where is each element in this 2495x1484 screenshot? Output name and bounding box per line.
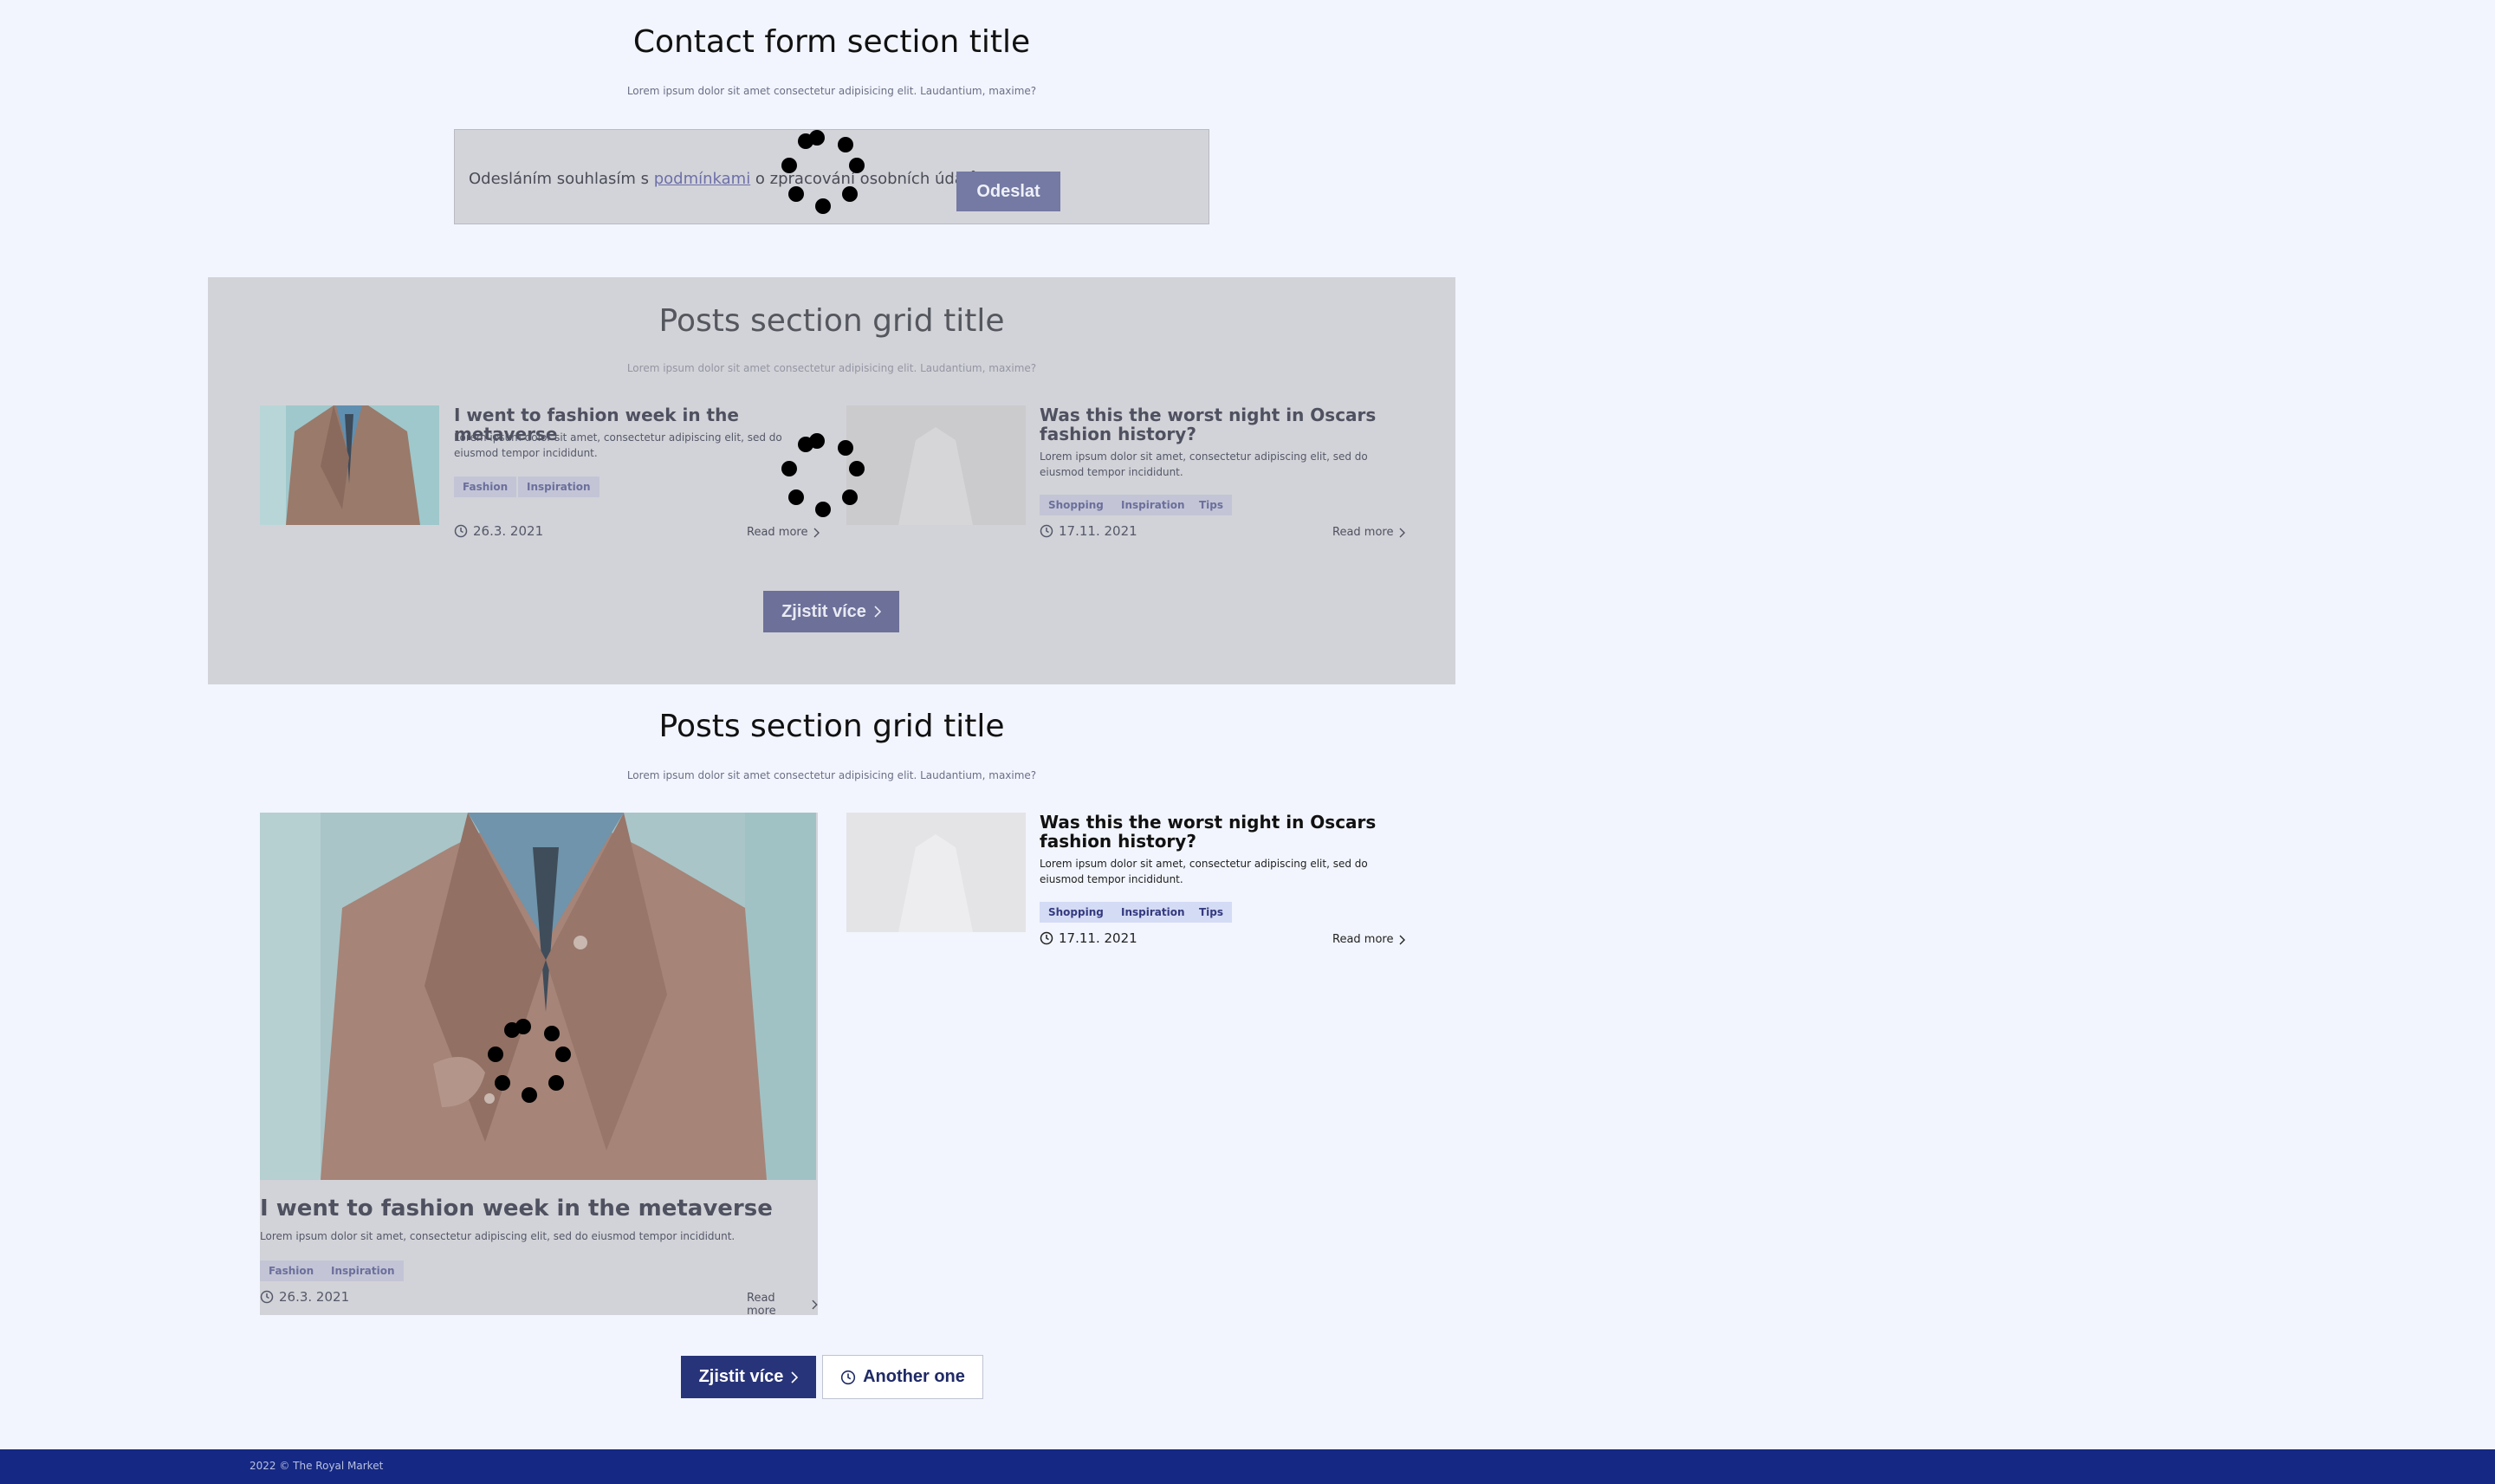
spinner-dot bbox=[798, 133, 813, 150]
spinner-dot bbox=[849, 158, 865, 174]
tag-tips[interactable]: Tips bbox=[1190, 902, 1233, 923]
clock-icon bbox=[1040, 524, 1053, 538]
spinner-dot bbox=[841, 489, 858, 505]
tag-fashion[interactable]: Fashion bbox=[260, 1260, 323, 1281]
post-date-text: 26.3. 2021 bbox=[473, 523, 544, 539]
post-date: 26.3. 2021 bbox=[260, 1289, 349, 1305]
consent-prefix: Odesláním souhlasím s bbox=[469, 170, 654, 188]
jacket-image bbox=[260, 405, 439, 525]
chevron-right-icon bbox=[874, 606, 881, 618]
another-one-button[interactable]: Another one bbox=[822, 1355, 983, 1399]
posts-section-subtitle-2: Lorem ipsum dolor sit amet consectetur a… bbox=[626, 769, 1037, 781]
tag-shopping[interactable]: Shopping bbox=[1040, 495, 1112, 515]
chevron-right-icon bbox=[1399, 528, 1406, 537]
spinner-dot bbox=[788, 185, 805, 202]
spinner-dot bbox=[555, 1047, 572, 1063]
spinner-dot bbox=[837, 137, 853, 153]
post-excerpt: Lorem ipsum dolor sit amet, consectetur … bbox=[1040, 858, 1368, 885]
clock-icon bbox=[454, 524, 468, 538]
more-button-label: Zjistit více bbox=[698, 1367, 784, 1386]
more-button[interactable]: Zjistit více bbox=[763, 591, 899, 632]
jacket-image bbox=[260, 813, 816, 1180]
submit-button[interactable]: Odeslat bbox=[956, 172, 1060, 211]
read-more-link[interactable]: Read more bbox=[747, 1292, 818, 1318]
chevron-right-icon bbox=[812, 1299, 818, 1310]
post-date: 17.11. 2021 bbox=[1040, 930, 1137, 946]
tag-shopping[interactable]: Shopping bbox=[1040, 902, 1112, 923]
featured-post-image[interactable] bbox=[260, 813, 816, 1180]
tag-inspiration[interactable]: Inspiration bbox=[518, 476, 599, 497]
spinner-dot bbox=[815, 502, 831, 517]
post-excerpt: Lorem ipsum dolor sit amet, consectetur … bbox=[454, 431, 782, 459]
more-button[interactable]: Zjistit více bbox=[681, 1356, 816, 1398]
tag-fashion[interactable]: Fashion bbox=[454, 476, 517, 497]
post-date: 26.3. 2021 bbox=[454, 523, 543, 539]
consent-text: Odesláním souhlasím s podmínkami o zprac… bbox=[469, 170, 983, 188]
post-thumbnail[interactable] bbox=[846, 813, 1026, 932]
loading-spinner-icon bbox=[781, 129, 871, 225]
spinner-dot bbox=[781, 158, 797, 174]
spinner-dot bbox=[487, 1047, 503, 1063]
post-date-text: 17.11. 2021 bbox=[1059, 930, 1137, 946]
read-more-link[interactable]: Read more bbox=[1332, 933, 1406, 946]
tag-inspiration[interactable]: Inspiration bbox=[1112, 902, 1194, 923]
spinner-dot bbox=[781, 461, 797, 477]
chevron-right-icon bbox=[813, 528, 820, 537]
footer: 2022 © The Royal Market bbox=[0, 1449, 2495, 1484]
post-date-text: 17.11. 2021 bbox=[1059, 523, 1137, 539]
post-excerpt: Lorem ipsum dolor sit amet, consectetur … bbox=[1040, 450, 1368, 478]
contact-section-title: Contact form section title bbox=[632, 24, 1031, 60]
spinner-dot bbox=[543, 1026, 560, 1042]
another-one-label: Another one bbox=[863, 1367, 965, 1386]
clock-icon bbox=[841, 1370, 856, 1384]
tag-inspiration[interactable]: Inspiration bbox=[1112, 495, 1194, 515]
read-more-label: Read more bbox=[1332, 526, 1394, 539]
dress-image bbox=[846, 813, 1026, 932]
post-thumbnail[interactable] bbox=[846, 405, 1026, 525]
clock-icon bbox=[1040, 931, 1053, 945]
read-more-label: Read more bbox=[1332, 933, 1394, 946]
chevron-right-icon bbox=[791, 1371, 799, 1384]
loading-spinner-icon bbox=[487, 1018, 577, 1114]
spinner-dot bbox=[522, 1087, 537, 1103]
loading-spinner-icon bbox=[781, 432, 871, 528]
spinner-dot bbox=[841, 185, 858, 202]
terms-link[interactable]: podmínkami bbox=[654, 170, 750, 188]
post-date: 17.11. 2021 bbox=[1040, 523, 1137, 539]
spinner-dot bbox=[495, 1074, 511, 1091]
spinner-dot bbox=[815, 198, 831, 214]
post-title[interactable]: Was this the worst night in Oscars fashi… bbox=[1040, 813, 1403, 851]
tag-inspiration[interactable]: Inspiration bbox=[322, 1260, 404, 1281]
posts-section-subtitle: Lorem ipsum dolor sit amet consectetur a… bbox=[626, 362, 1037, 374]
tag-tips[interactable]: Tips bbox=[1190, 495, 1233, 515]
read-more-label: Read more bbox=[747, 1292, 776, 1318]
spinner-dot bbox=[788, 489, 805, 505]
spinner-dot bbox=[798, 437, 813, 453]
post-title[interactable]: Was this the worst night in Oscars fashi… bbox=[1040, 405, 1403, 444]
posts-section-title: Posts section grid title bbox=[658, 303, 1005, 339]
more-button-label: Zjistit více bbox=[781, 601, 866, 621]
clock-icon bbox=[260, 1290, 274, 1304]
posts-section-title-2: Posts section grid title bbox=[658, 709, 1005, 744]
read-more-link[interactable]: Read more bbox=[1332, 526, 1406, 539]
copyright-text: 2022 © The Royal Market bbox=[250, 1460, 384, 1472]
contact-section-subtitle: Lorem ipsum dolor sit amet consectetur a… bbox=[626, 85, 1037, 97]
dress-image bbox=[846, 405, 1026, 525]
spinner-dot bbox=[837, 440, 853, 457]
chevron-right-icon bbox=[1399, 935, 1406, 944]
post-thumbnail[interactable] bbox=[260, 405, 439, 525]
spinner-dot bbox=[504, 1022, 520, 1039]
spinner-dot bbox=[548, 1074, 564, 1091]
spinner-dot bbox=[849, 461, 865, 477]
post-title[interactable]: I went to fashion week in the metaverse bbox=[260, 1196, 814, 1222]
post-date-text: 26.3. 2021 bbox=[279, 1289, 350, 1305]
post-excerpt: Lorem ipsum dolor sit amet, consectetur … bbox=[260, 1230, 736, 1242]
